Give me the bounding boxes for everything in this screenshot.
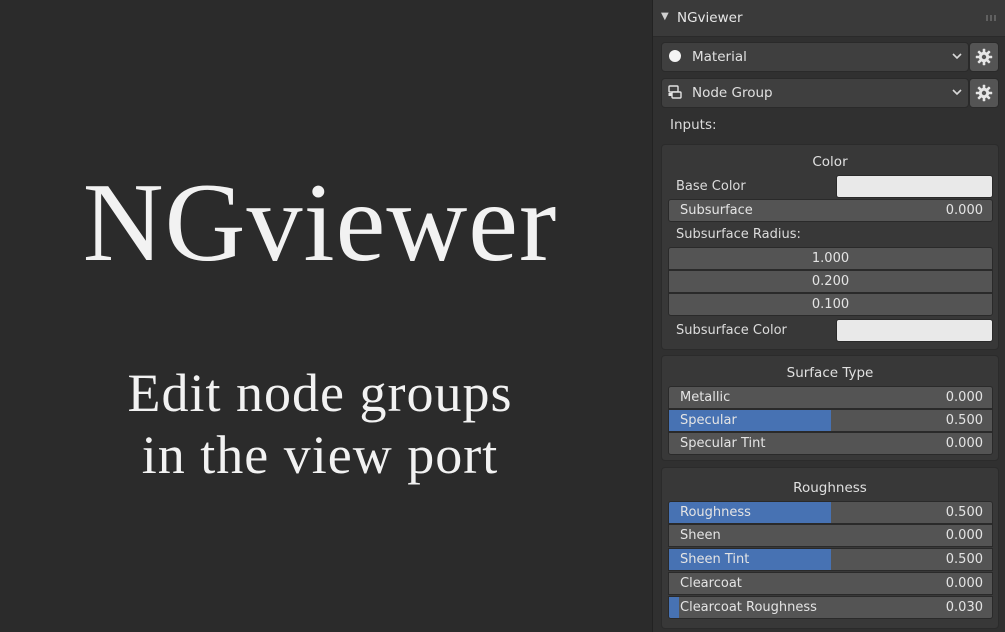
hero-subtitle: Edit node groups in the view port: [0, 362, 640, 486]
subsurface-radius-x-value: 1.000: [811, 251, 850, 266]
node-group-icon: [668, 85, 682, 99]
slider-fill: [669, 597, 679, 618]
subsurface-radius-label: Subsurface Radius:: [676, 227, 801, 242]
chevron-down-icon: [952, 53, 962, 60]
hero-banner: NGviewer Edit node groups in the view po…: [0, 0, 652, 632]
subsurface-radius-y[interactable]: 0.200: [668, 270, 993, 293]
subsurface-radius-z[interactable]: 0.100: [668, 293, 993, 316]
clearcoat-roughness-value: 0.030: [945, 600, 983, 615]
material-dropdown-label: Material: [692, 49, 747, 65]
metallic-slider[interactable]: Metallic 0.000: [668, 386, 993, 409]
panel-header[interactable]: ▼ NGviewer: [653, 0, 1005, 37]
roughness-value: 0.500: [945, 505, 983, 520]
roughness-group-title: Roughness: [793, 480, 867, 496]
node-group-dropdown[interactable]: Node Group: [661, 78, 969, 108]
hero-subtitle-line2: in the view port: [141, 425, 499, 485]
subsurface-color-label: Subsurface Color: [676, 323, 787, 338]
node-group-settings-button[interactable]: [969, 78, 999, 108]
metallic-label: Metallic: [680, 390, 731, 405]
sheen-tint-slider[interactable]: Sheen Tint 0.500: [668, 548, 993, 571]
chevron-down-icon: [952, 89, 962, 96]
clearcoat-label: Clearcoat: [680, 576, 742, 591]
specular-tint-value: 0.000: [945, 436, 983, 451]
sheen-slider[interactable]: Sheen 0.000: [668, 524, 993, 547]
clearcoat-value: 0.000: [945, 576, 983, 591]
specular-tint-label: Specular Tint: [680, 436, 766, 451]
specular-slider[interactable]: Specular 0.500: [668, 409, 993, 432]
hero-subtitle-line1: Edit node groups: [127, 363, 513, 423]
specular-tint-slider[interactable]: Specular Tint 0.000: [668, 432, 993, 455]
clearcoat-roughness-label: Clearcoat Roughness: [680, 600, 817, 615]
subsurface-value: 0.000: [945, 203, 983, 218]
roughness-slider[interactable]: Roughness 0.500: [668, 501, 993, 524]
subsurface-radius-y-value: 0.200: [811, 274, 850, 289]
subsurface-color-swatch[interactable]: [836, 319, 993, 342]
surface-type-group-title: Surface Type: [786, 365, 874, 381]
hero-title: NGviewer: [82, 161, 558, 285]
subsurface-slider[interactable]: Subsurface 0.000: [668, 199, 993, 222]
clearcoat-slider[interactable]: Clearcoat 0.000: [668, 572, 993, 595]
roughness-group: Roughness Roughness 0.500 Sheen 0.000 Sh…: [661, 467, 999, 629]
material-sphere-icon: [669, 50, 681, 62]
material-dropdown[interactable]: Material: [661, 42, 969, 72]
sheen-value: 0.000: [945, 528, 983, 543]
gear-icon: [975, 48, 993, 66]
color-group: Color Base Color Subsurface 0.000 Subsur…: [661, 144, 999, 350]
node-group-dropdown-label: Node Group: [692, 85, 773, 101]
collapse-arrow-icon[interactable]: ▼: [661, 11, 669, 22]
inputs-label: Inputs:: [670, 117, 717, 133]
sheen-tint-label: Sheen Tint: [680, 552, 750, 567]
specular-value: 0.500: [945, 413, 983, 428]
material-settings-button[interactable]: [969, 42, 999, 72]
ngviewer-panel: ▼ NGviewer Material Node Group Inputs: C…: [652, 0, 1005, 632]
grip-icon[interactable]: [986, 15, 998, 21]
subsurface-label: Subsurface: [680, 203, 753, 218]
color-group-title: Color: [812, 154, 848, 170]
surface-type-group: Surface Type Metallic 0.000 Specular 0.5…: [661, 355, 999, 461]
subsurface-radius-z-value: 0.100: [811, 297, 850, 312]
sheen-tint-value: 0.500: [945, 552, 983, 567]
metallic-value: 0.000: [945, 390, 983, 405]
sheen-label: Sheen: [680, 528, 721, 543]
base-color-label: Base Color: [676, 179, 746, 194]
subsurface-radius-x[interactable]: 1.000: [668, 247, 993, 270]
roughness-label: Roughness: [680, 505, 751, 520]
base-color-swatch[interactable]: [836, 175, 993, 198]
specular-label: Specular: [680, 413, 737, 428]
gear-icon: [975, 84, 993, 102]
panel-title: NGviewer: [677, 10, 743, 26]
clearcoat-roughness-slider[interactable]: Clearcoat Roughness 0.030: [668, 596, 993, 619]
